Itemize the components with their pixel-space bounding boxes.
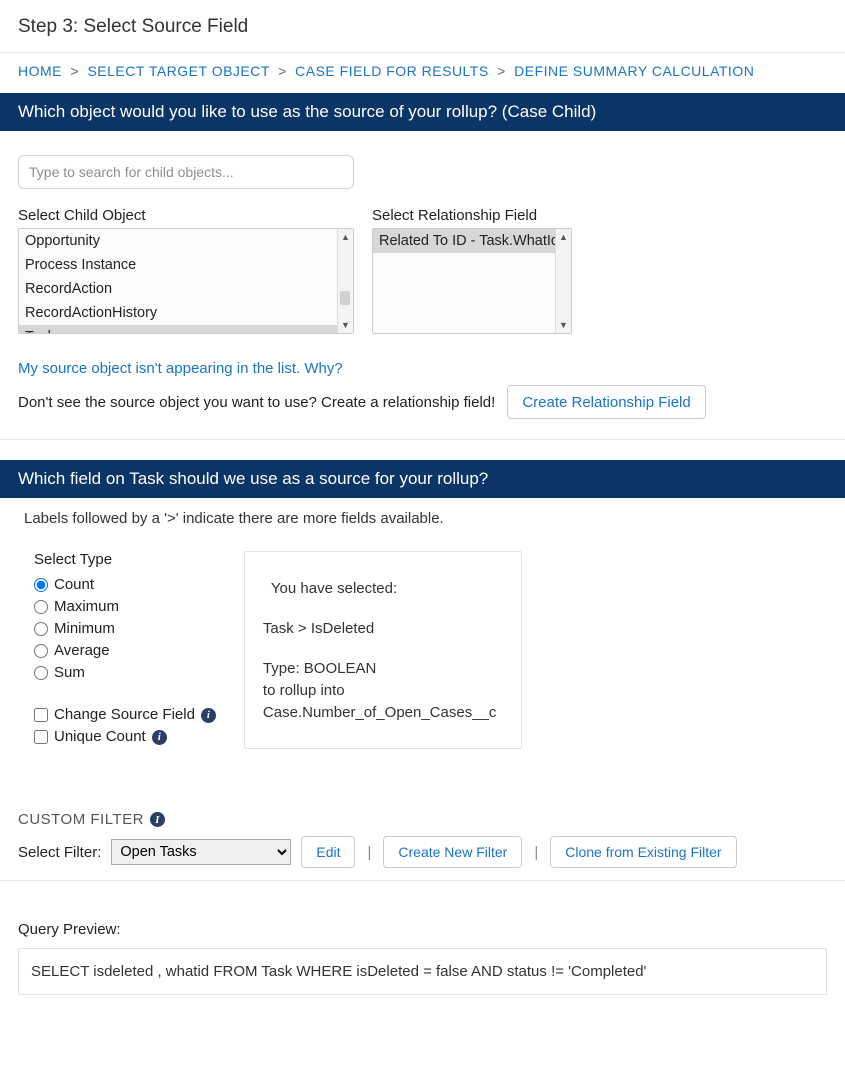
list-item-selected[interactable]: Related To ID - Task.WhatId — [373, 229, 555, 253]
checkbox-label: Change Source Field — [54, 704, 195, 726]
radio-label: Minimum — [54, 618, 115, 640]
radio-sum[interactable]: Sum — [34, 662, 216, 684]
checkbox-label: Unique Count — [54, 726, 146, 748]
section-header-source-field: Which field on Task should we use as a s… — [0, 460, 845, 498]
breadcrumb-home[interactable]: HOME — [18, 63, 62, 79]
list-item[interactable]: RecordAction — [19, 277, 337, 301]
checkbox-unique-count[interactable]: Unique Count i — [34, 726, 216, 748]
checkbox-change-source-input[interactable] — [34, 708, 48, 722]
selection-line: Task > IsDeleted — [263, 618, 503, 640]
radio-label: Count — [54, 574, 94, 596]
search-input[interactable] — [18, 155, 354, 189]
breadcrumb-sep: > — [493, 63, 510, 79]
clone-filter-button[interactable]: Clone from Existing Filter — [550, 836, 736, 868]
select-filter-label: Select Filter: — [18, 844, 101, 861]
breadcrumb-casefield[interactable]: CASE FIELD FOR RESULTS — [295, 63, 489, 79]
info-icon[interactable]: i — [152, 730, 167, 745]
selection-summary-box: You have selected: Task > IsDeleted Type… — [244, 551, 522, 749]
list-item[interactable]: Process Instance — [19, 253, 337, 277]
selection-line: You have selected: — [263, 578, 503, 600]
section-header-source-object: Which object would you like to use as th… — [0, 93, 845, 131]
breadcrumb-define[interactable]: DEFINE SUMMARY CALCULATION — [514, 63, 754, 79]
child-object-label: Select Child Object — [18, 207, 354, 224]
info-icon[interactable]: i — [150, 812, 165, 827]
custom-filter-label: CUSTOM FILTER — [18, 811, 144, 828]
breadcrumb-sep: > — [66, 63, 83, 79]
radio-count[interactable]: Count — [34, 574, 216, 596]
labels-note: Labels followed by a '>' indicate there … — [0, 498, 845, 533]
breadcrumb: HOME > SELECT TARGET OBJECT > CASE FIELD… — [0, 53, 845, 93]
radio-label: Sum — [54, 662, 85, 684]
list-item-selected[interactable]: Task — [19, 325, 337, 334]
separator: | — [532, 844, 540, 861]
radio-max-input[interactable] — [34, 600, 48, 614]
radio-maximum[interactable]: Maximum — [34, 596, 216, 618]
radio-count-input[interactable] — [34, 578, 48, 592]
radio-sum-input[interactable] — [34, 666, 48, 680]
selection-line: Case.Number_of_Open_Cases__c — [263, 702, 503, 724]
query-preview-label: Query Preview: — [0, 881, 845, 942]
radio-label: Average — [54, 640, 110, 662]
chevron-up-icon[interactable]: ▲ — [559, 229, 568, 245]
relationship-listbox[interactable]: Related To ID - Task.WhatId ▲ ▼ — [372, 228, 572, 334]
radio-label: Maximum — [54, 596, 119, 618]
scrollbar[interactable]: ▲ ▼ — [555, 229, 571, 333]
radio-minimum[interactable]: Minimum — [34, 618, 216, 640]
breadcrumb-sep: > — [274, 63, 291, 79]
scrollbar-thumb[interactable] — [340, 291, 350, 305]
checkbox-change-source[interactable]: Change Source Field i — [34, 704, 216, 726]
info-icon[interactable]: i — [201, 708, 216, 723]
filter-select[interactable]: Open Tasks — [111, 839, 291, 865]
radio-average[interactable]: Average — [34, 640, 216, 662]
selection-line: Type: BOOLEAN — [263, 658, 503, 680]
child-object-listbox[interactable]: Opportunity Process Instance RecordActio… — [18, 228, 354, 334]
checkbox-unique-input[interactable] — [34, 730, 48, 744]
list-item[interactable]: Opportunity — [19, 229, 337, 253]
radio-avg-input[interactable] — [34, 644, 48, 658]
selection-line: to rollup into — [263, 680, 503, 702]
radio-min-input[interactable] — [34, 622, 48, 636]
chevron-down-icon[interactable]: ▼ — [341, 317, 350, 333]
help-link-missing-object[interactable]: My source object isn't appearing in the … — [18, 360, 343, 377]
scrollbar[interactable]: ▲ ▼ — [337, 229, 353, 333]
relationship-label: Select Relationship Field — [372, 207, 572, 224]
chevron-down-icon[interactable]: ▼ — [559, 317, 568, 333]
custom-filter-header: CUSTOM FILTER i — [0, 759, 845, 832]
separator: | — [365, 844, 373, 861]
list-item[interactable]: RecordActionHistory — [19, 301, 337, 325]
step-title: Step 3: Select Source Field — [0, 0, 845, 53]
chevron-up-icon[interactable]: ▲ — [341, 229, 350, 245]
select-type-label: Select Type — [34, 551, 216, 568]
create-relationship-text: Don't see the source object you want to … — [18, 394, 495, 411]
create-filter-button[interactable]: Create New Filter — [383, 836, 522, 868]
query-preview-box: SELECT isdeleted , whatid FROM Task WHER… — [18, 948, 827, 995]
create-relationship-button[interactable]: Create Relationship Field — [507, 385, 705, 419]
breadcrumb-target[interactable]: SELECT TARGET OBJECT — [87, 63, 269, 79]
edit-filter-button[interactable]: Edit — [301, 836, 355, 868]
